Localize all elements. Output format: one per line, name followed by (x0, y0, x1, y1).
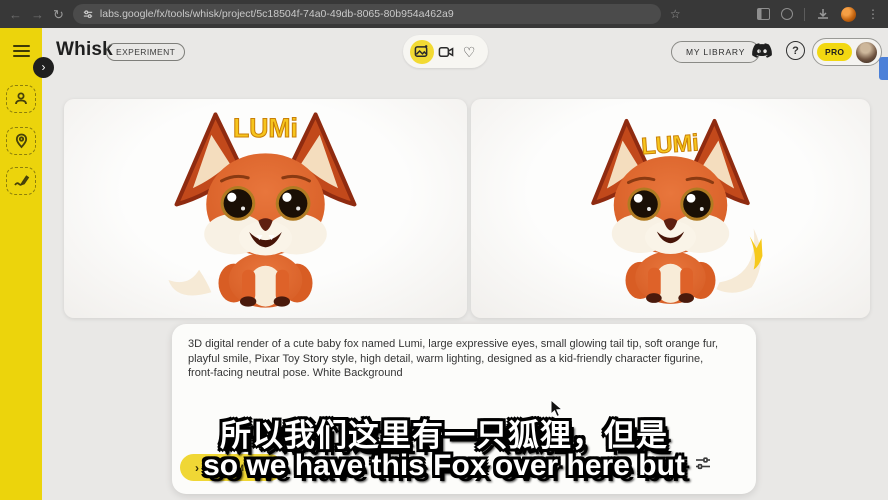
browser-url-text: labs.google/fx/tools/whisk/project/5c185… (100, 8, 454, 20)
page-title: Whisk (56, 39, 113, 61)
browser-reload-icon[interactable]: ↻ (53, 8, 64, 21)
experiment-badge: EXPERIMENT (106, 43, 185, 61)
download-icon[interactable] (816, 8, 830, 21)
whisk-app-screen: ← → ↻ labs.google/fx/tools/whisk/project… (0, 0, 888, 500)
browser-menu-icon[interactable]: ⋮ (867, 8, 879, 20)
generated-image-1[interactable]: LUMi (64, 99, 467, 318)
browser-toolbar: ← → ↻ labs.google/fx/tools/whisk/project… (0, 0, 888, 28)
menu-icon[interactable] (13, 45, 30, 57)
user-avatar (856, 42, 877, 63)
generated-image-2[interactable]: LUMi (471, 99, 870, 318)
sidebar-item-location[interactable] (6, 127, 36, 155)
account-menu[interactable]: PRO (812, 38, 882, 66)
person-icon (13, 91, 29, 107)
image-generate-icon (414, 44, 429, 59)
edge-handle[interactable] (879, 57, 888, 80)
extension-icon[interactable] (781, 8, 793, 20)
fox-name-overlay: LUMi (233, 113, 298, 143)
fox-name-overlay: LUMi (640, 129, 699, 159)
draw-pencil-icon (13, 173, 30, 189)
browser-back-icon[interactable]: ← (9, 8, 22, 21)
help-icon[interactable]: ? (786, 41, 805, 60)
sidebar-item-subject[interactable] (6, 85, 36, 113)
my-library-button[interactable]: MY LIBRARY (671, 41, 760, 63)
side-panel-icon[interactable] (757, 8, 770, 20)
favorites-button[interactable]: ♡ (457, 40, 481, 64)
video-mode-button[interactable] (434, 40, 458, 64)
video-generate-icon (438, 45, 454, 59)
bookmark-star-icon[interactable]: ☆ (670, 8, 681, 20)
prompt-text[interactable]: 3D digital render of a cute baby fox nam… (172, 324, 738, 381)
discord-icon[interactable] (752, 43, 772, 63)
heart-icon: ♡ (463, 45, 476, 59)
subtitle-english: so we have this Fox over here but (0, 449, 888, 483)
pro-badge: PRO (817, 43, 852, 61)
mouse-cursor (550, 399, 564, 418)
browser-address-bar[interactable]: labs.google/fx/tools/whisk/project/5c185… (73, 4, 661, 24)
mode-toggle: ♡ (403, 35, 488, 68)
image-mode-button[interactable] (410, 40, 434, 64)
browser-profile-avatar[interactable] (841, 7, 856, 22)
browser-action-icons: ⋮ (757, 7, 879, 22)
fox-illustration: LUMi (148, 106, 383, 311)
toolbar-divider (804, 8, 805, 21)
sidebar-item-style[interactable] (6, 167, 36, 195)
site-settings-icon[interactable] (83, 9, 93, 19)
fox-illustration: LUMi (558, 111, 783, 307)
browser-forward-icon[interactable]: → (31, 8, 44, 21)
location-pin-icon (14, 133, 29, 149)
sidebar-expand-button[interactable]: › (33, 57, 54, 78)
